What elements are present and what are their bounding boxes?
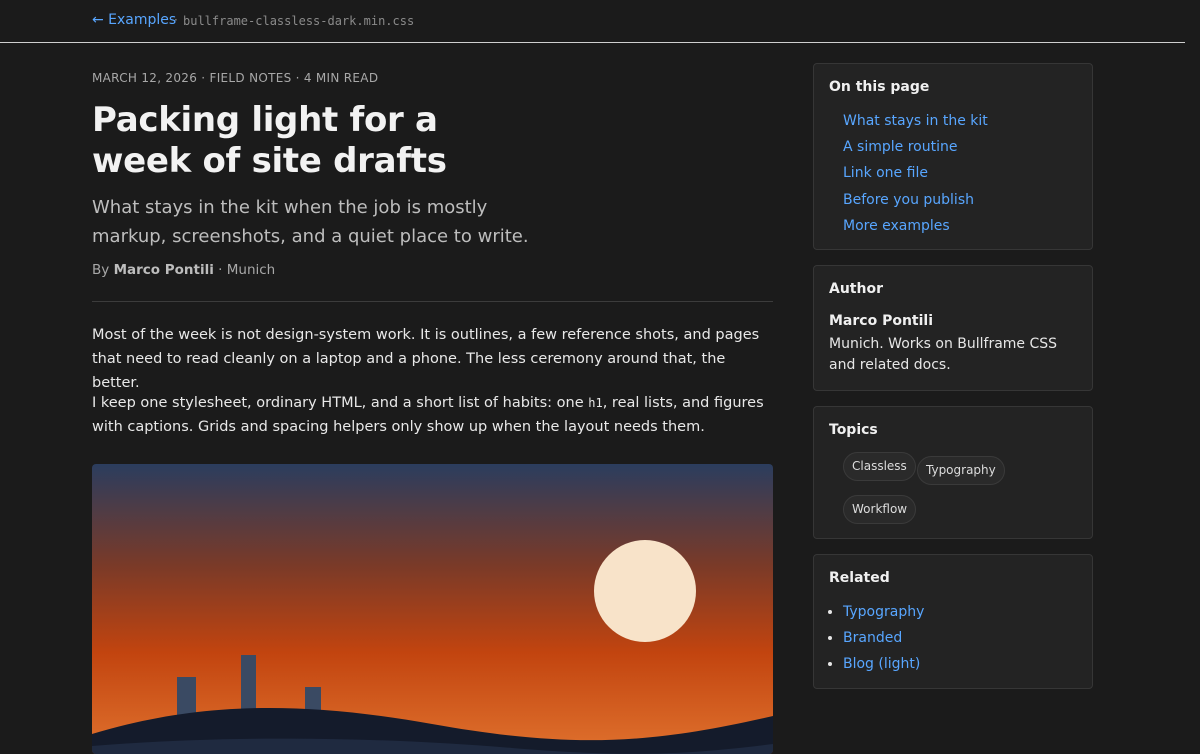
page-title: Packing light for a week of site drafts [92, 100, 447, 181]
related-item: Blog (light) [843, 651, 924, 677]
toc-list: What stays in the kit A simple routine L… [843, 108, 988, 239]
related-link[interactable]: Branded [843, 630, 902, 646]
paragraph-2: I keep one stylesheet, ordinary HTML, an… [92, 391, 777, 439]
inline-code-h1: h1 [588, 396, 603, 410]
toc-card: On this page What stays in the kit A sim… [813, 63, 1093, 250]
author-name: Marco Pontili [829, 313, 934, 329]
toc-item: More examples [843, 213, 988, 239]
toc-item: Link one file [843, 160, 988, 186]
stylesheet-filename: bullframe-classless-dark.min.css [183, 14, 415, 28]
author-heading: Author [829, 281, 883, 297]
byline-location: · Munich [218, 262, 276, 278]
byline-author: Marco Pontili [113, 262, 214, 278]
sun [594, 540, 696, 642]
toc-link[interactable]: Before you publish [843, 192, 974, 208]
breadcrumb-separator: · [174, 13, 178, 27]
related-item: Typography [843, 599, 924, 625]
article-meta: MARCH 12, 2026 · FIELD NOTES · 4 MIN REA… [92, 71, 379, 85]
toc-link[interactable]: More examples [843, 218, 950, 234]
back-to-examples-link[interactable]: ← Examples [92, 12, 176, 28]
toc-link[interactable]: Link one file [843, 165, 928, 181]
author-card: Author Marco Pontili Munich. Works on Bu… [813, 265, 1093, 391]
related-link[interactable]: Typography [843, 604, 924, 620]
sunset-image [92, 464, 773, 754]
topic-tag-classless[interactable]: Classless [843, 452, 916, 481]
paragraph-2-text-a: I keep one stylesheet, ordinary HTML, an… [92, 395, 589, 411]
divider [92, 301, 773, 302]
related-item: Branded [843, 625, 924, 651]
byline-prefix: By [92, 262, 110, 278]
paragraph-1: Most of the week is not design-system wo… [92, 327, 760, 391]
toc-item: Before you publish [843, 187, 988, 213]
byline: By Marco Pontili · Munich [92, 262, 275, 278]
top-bar: ← Examples · bullframe-classless-dark.mi… [0, 0, 1185, 43]
topics-heading: Topics [829, 422, 878, 438]
related-card: Related Typography Branded Blog (light) [813, 554, 1093, 689]
related-list: Typography Branded Blog (light) [843, 599, 924, 678]
toc-item: A simple routine [843, 134, 988, 160]
toc-link[interactable]: What stays in the kit [843, 113, 988, 129]
toc-heading: On this page [829, 79, 930, 95]
toc-item: What stays in the kit [843, 108, 988, 134]
topics-card: Topics Classless Typography Workflow [813, 406, 1093, 539]
sunset-illustration [92, 464, 773, 754]
article-subtitle: What stays in the kit when the job is mo… [92, 197, 529, 247]
topic-tag-typography[interactable]: Typography [917, 456, 1005, 485]
author-bio: Munich. Works on Bullframe CSS and relat… [829, 336, 1058, 373]
related-link[interactable]: Blog (light) [843, 656, 920, 672]
topic-tag-workflow[interactable]: Workflow [843, 495, 917, 524]
related-heading: Related [829, 570, 890, 586]
toc-link[interactable]: A simple routine [843, 139, 957, 155]
